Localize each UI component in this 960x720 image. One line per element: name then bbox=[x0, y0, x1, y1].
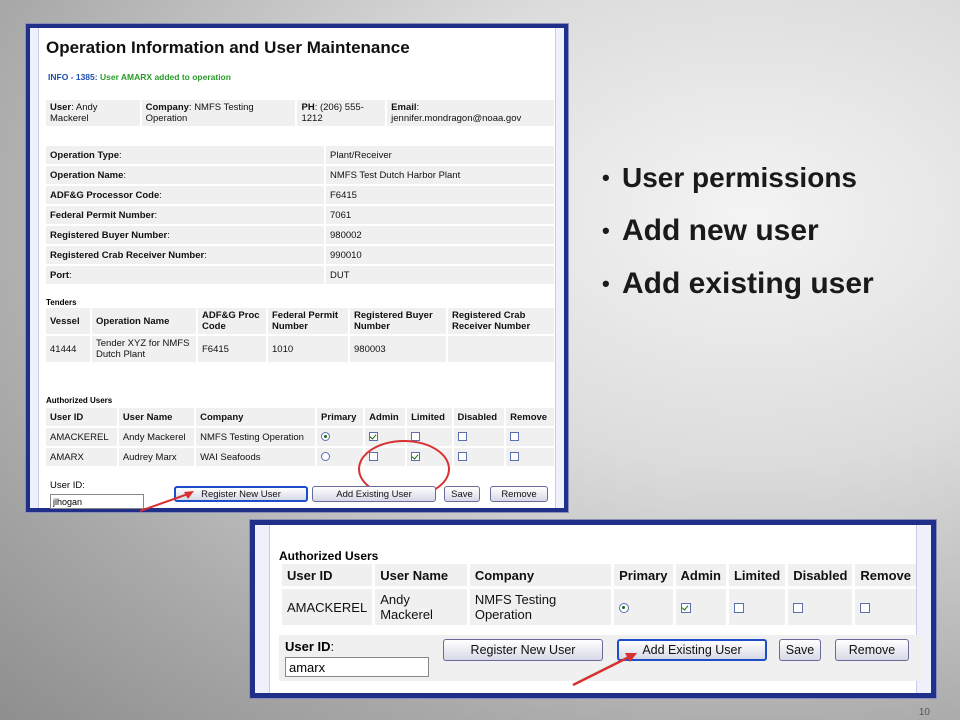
email-cell: Email: jennifer.mondragon@noaa.gov bbox=[387, 100, 554, 126]
info-message: INFO - 1385: User AMARX added to operati… bbox=[48, 72, 231, 82]
admin-checkbox[interactable] bbox=[369, 432, 379, 442]
info-code: INFO - 1385: bbox=[48, 72, 98, 82]
bullet-item: Add existing user bbox=[602, 266, 874, 302]
authorized-users-table: User ID User Name Company Primary Admin … bbox=[44, 406, 556, 468]
admin-checkbox[interactable] bbox=[680, 603, 691, 614]
save-button[interactable]: Save bbox=[444, 486, 480, 502]
operation-row: Port: DUT bbox=[46, 266, 554, 284]
col-header: Federal Permit Number bbox=[268, 308, 348, 334]
authorized-users-table: User ID User Name Company Primary Admin … bbox=[279, 561, 919, 628]
left-frame-strip bbox=[255, 525, 270, 693]
user-id-input[interactable] bbox=[50, 494, 144, 509]
remove-checkbox[interactable] bbox=[510, 432, 520, 442]
info-text: User AMARX added to operation bbox=[97, 72, 231, 82]
col-header: Disabled bbox=[788, 564, 853, 586]
user-id-label: User ID: bbox=[50, 480, 85, 491]
col-header: User Name bbox=[375, 564, 467, 586]
col-header: User ID bbox=[46, 408, 117, 426]
page-title: Operation Information and User Maintenan… bbox=[46, 38, 410, 57]
operation-row: Registered Crab Receiver Number: 990010 bbox=[46, 246, 554, 264]
col-header: Limited bbox=[728, 564, 786, 586]
slide-number: 10 bbox=[918, 707, 930, 718]
add-user-row: User ID: Register New User Add Existing … bbox=[46, 478, 558, 514]
authorized-users-title: Authorized Users bbox=[46, 396, 113, 405]
remove-checkbox[interactable] bbox=[510, 452, 520, 462]
zoom-content: Authorized Users User ID User Name Compa… bbox=[275, 525, 923, 693]
main-content: Operation Information and User Maintenan… bbox=[42, 28, 554, 512]
limited-checkbox[interactable] bbox=[733, 603, 744, 614]
disabled-checkbox[interactable] bbox=[457, 452, 467, 462]
user-id-input[interactable] bbox=[285, 657, 429, 677]
col-header: Company bbox=[196, 408, 316, 426]
col-header: Primary bbox=[317, 408, 364, 426]
col-header: Admin bbox=[675, 564, 726, 586]
table-row: AMACKEREL Andy Mackerel NMFS Testing Ope… bbox=[46, 428, 554, 446]
operation-row: Operation Name: NMFS Test Dutch Harbor Pl… bbox=[46, 166, 554, 184]
annotation-arrow bbox=[572, 653, 637, 687]
zoomed-screenshot: Authorized Users User ID User Name Compa… bbox=[249, 519, 937, 699]
col-header: Admin bbox=[365, 408, 406, 426]
disabled-checkbox[interactable] bbox=[457, 432, 467, 442]
col-header: Operation Name bbox=[92, 308, 196, 334]
add-existing-user-button[interactable]: Add Existing User bbox=[617, 639, 767, 661]
col-header: Remove bbox=[506, 408, 554, 426]
remove-button[interactable]: Remove bbox=[490, 486, 548, 502]
main-screenshot: Operation Information and User Maintenan… bbox=[25, 23, 569, 513]
col-header: Registered Crab Receiver Number bbox=[448, 308, 554, 334]
add-existing-user-button[interactable]: Add Existing User bbox=[312, 486, 436, 502]
operation-row: ADF&G Processor Code: F6415 bbox=[46, 186, 554, 204]
primary-radio[interactable] bbox=[619, 603, 630, 614]
col-header: User ID bbox=[282, 564, 373, 586]
remove-checkbox[interactable] bbox=[860, 603, 871, 614]
user-id-label: User ID: bbox=[285, 639, 335, 654]
col-header: User Name bbox=[118, 408, 195, 426]
user-info-table: User: Andy Mackerel Company: NMFS Testin… bbox=[44, 98, 556, 128]
bullet-item: Add new user bbox=[602, 213, 874, 249]
bullet-list: User permissions Add new user Add existi… bbox=[602, 160, 874, 319]
operation-row: Federal Permit Number: 7061 bbox=[46, 206, 554, 224]
primary-radio[interactable] bbox=[321, 452, 331, 462]
col-header: Company bbox=[469, 564, 612, 586]
table-row: 41444 Tender XYZ for NMFS Dutch Plant F6… bbox=[46, 336, 554, 362]
col-header: Vessel bbox=[46, 308, 90, 334]
col-header: Remove bbox=[855, 564, 916, 586]
primary-radio[interactable] bbox=[321, 432, 331, 442]
col-header: Disabled bbox=[453, 408, 505, 426]
annotation-arrow bbox=[139, 491, 194, 512]
operation-table: Operation Type: Plant/Receiver Operation … bbox=[44, 144, 556, 286]
operation-row: Registered Buyer Number: 980002 bbox=[46, 226, 554, 244]
col-header: Primary bbox=[614, 564, 673, 586]
remove-button[interactable]: Remove bbox=[835, 639, 909, 661]
disabled-checkbox[interactable] bbox=[793, 603, 804, 614]
operation-row: Operation Type: Plant/Receiver bbox=[46, 146, 554, 164]
right-frame-strip bbox=[555, 28, 564, 508]
left-frame-strip bbox=[30, 28, 39, 508]
bullet-item: User permissions bbox=[602, 160, 874, 196]
user-cell: User: Andy Mackerel bbox=[46, 100, 140, 126]
table-row: AMACKEREL Andy Mackerel NMFS Testing Ope… bbox=[282, 589, 916, 625]
save-button[interactable]: Save bbox=[779, 639, 821, 661]
tenders-table: Vessel Operation Name ADF&G Proc Code Fe… bbox=[44, 306, 556, 364]
col-header: ADF&G Proc Code bbox=[198, 308, 266, 334]
company-cell: Company: NMFS Testing Operation bbox=[141, 100, 296, 126]
phone-cell: PH: (206) 555-1212 bbox=[297, 100, 386, 126]
col-header: Registered Buyer Number bbox=[350, 308, 446, 334]
col-header: Limited bbox=[407, 408, 452, 426]
table-row: AMARX Audrey Marx WAI Seafoods bbox=[46, 448, 554, 466]
